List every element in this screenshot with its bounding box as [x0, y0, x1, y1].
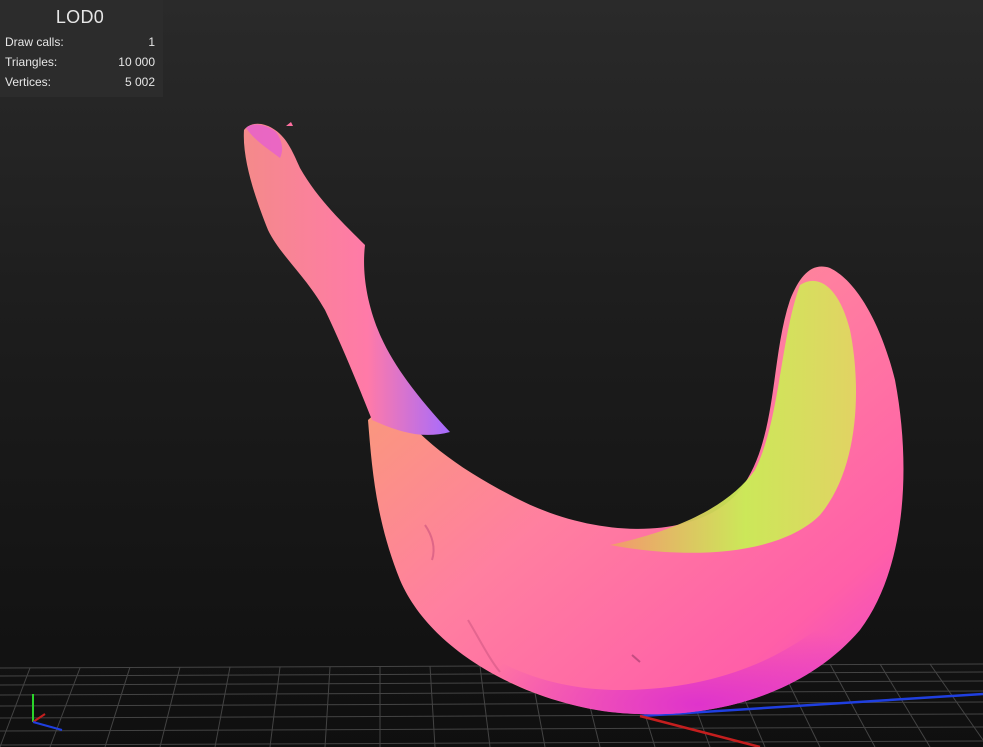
scene-canvas[interactable] — [0, 0, 983, 747]
stat-value: 1 — [148, 35, 155, 49]
stat-value: 10 000 — [118, 55, 155, 69]
lod-level-title: LOD0 — [55, 7, 105, 27]
stat-label: Triangles: — [5, 55, 58, 69]
stat-row-vertices: Vertices: 5 002 — [5, 72, 155, 92]
banana-model[interactable] — [243, 122, 904, 715]
stat-label: Vertices: — [5, 75, 52, 89]
xyz-axis-gizmo-icon — [32, 694, 63, 731]
stat-label: Draw calls: — [5, 35, 64, 49]
floor-grid — [0, 663, 983, 747]
3d-viewport[interactable]: LOD0 Draw calls: 1 Triangles: 10 000 Ver… — [0, 0, 983, 747]
stat-value: 5 002 — [124, 75, 155, 89]
stat-row-triangles: Triangles: 10 000 — [5, 52, 155, 72]
render-stats-panel: LOD0 Draw calls: 1 Triangles: 10 000 Ver… — [0, 0, 163, 97]
stat-row-draw-calls: Draw calls: 1 — [5, 32, 155, 52]
